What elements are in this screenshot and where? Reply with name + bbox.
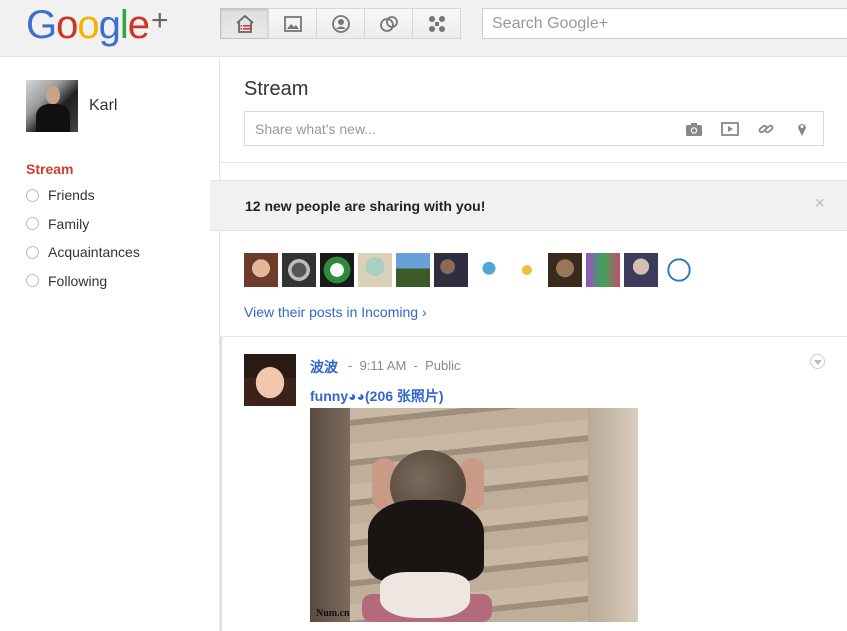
sharer-avatar[interactable] [472, 253, 506, 287]
sharer-avatar[interactable] [282, 253, 316, 287]
sharer-avatar[interactable] [396, 253, 430, 287]
nav-photos-button[interactable] [268, 8, 317, 39]
circle-icon [26, 217, 39, 231]
sidebar-item-friends[interactable]: Friends [26, 181, 140, 210]
sharer-avatar[interactable] [510, 253, 544, 287]
sidebar-item-label: Friends [48, 187, 95, 204]
sharer-avatar[interactable] [434, 253, 468, 287]
share-input[interactable] [245, 112, 675, 145]
nav-home-button[interactable] [220, 8, 269, 39]
left-sidebar: Karl Stream Friends Family Acquaintances… [0, 58, 220, 631]
logo-letter: l [119, 3, 129, 47]
sidebar-item-label: Family [48, 215, 90, 232]
sharing-notice: 12 new people are sharing with you! × [210, 180, 847, 231]
profile-name[interactable]: Karl [89, 97, 117, 115]
sharer-avatar[interactable] [662, 253, 696, 287]
share-attachments [669, 120, 813, 138]
image-watermark: Num.cn [316, 608, 350, 619]
share-box[interactable] [244, 111, 824, 146]
logo-letter: G [26, 3, 57, 47]
profile-icon [331, 14, 350, 33]
games-icon [428, 15, 445, 32]
notice-text: 12 new people are sharing with you! [245, 198, 486, 214]
post-time[interactable]: 9:11 AM [360, 358, 407, 373]
meta-separator: - [348, 358, 353, 373]
sharer-avatar[interactable] [358, 253, 392, 287]
post-menu-icon[interactable] [810, 354, 825, 369]
post-author[interactable]: 波波 [310, 357, 338, 377]
camera-icon[interactable] [683, 120, 705, 138]
home-icon [235, 14, 254, 33]
nav-games-button[interactable] [412, 8, 461, 39]
sharer-avatar[interactable] [586, 253, 620, 287]
image-part [380, 572, 470, 618]
post-meta: - 9:11 AM - Public [348, 358, 461, 373]
view-incoming-link[interactable]: View their posts in Incoming › [244, 304, 427, 320]
circle-icon [26, 245, 39, 259]
divider [220, 336, 847, 337]
video-icon[interactable] [719, 120, 741, 138]
circle-icon [26, 274, 39, 288]
page-title: Stream [244, 78, 309, 100]
post-visibility[interactable]: Public [425, 358, 460, 373]
top-bar: Google+ [0, 0, 847, 57]
circle-icon [26, 188, 39, 202]
post-author-avatar[interactable] [244, 354, 296, 406]
profile-summary[interactable]: Karl [26, 80, 117, 132]
main-nav [220, 8, 461, 39]
meta-separator: - [413, 358, 418, 373]
link-icon[interactable] [755, 120, 777, 138]
sidebar-item-stream[interactable]: Stream [26, 159, 140, 181]
logo-letter: o [56, 3, 78, 47]
image-part [310, 408, 350, 622]
post-image[interactable]: Num.cn [310, 408, 638, 622]
sidebar-item-following[interactable]: Following [26, 267, 140, 296]
sidebar-item-label: Following [48, 272, 108, 289]
logo-letter: g [98, 3, 121, 47]
nav-circles-button[interactable] [364, 8, 413, 39]
sidebar-item-acquaintances[interactable]: Acquaintances [26, 238, 140, 267]
nav-profile-button[interactable] [316, 8, 365, 39]
sidebar-item-family[interactable]: Family [26, 210, 140, 239]
sidebar-item-label: Acquaintances [48, 244, 140, 261]
sharer-avatar[interactable] [548, 253, 582, 287]
logo-plus: + [151, 4, 169, 37]
divider [220, 162, 847, 163]
circles-icon [379, 15, 398, 32]
location-icon[interactable] [791, 120, 813, 138]
new-sharers-list [244, 253, 700, 287]
post-album-link[interactable]: funny◕◕(206 张照片) [310, 386, 444, 406]
google-plus-logo[interactable]: Google+ [26, 3, 169, 47]
post-focus-rule [220, 337, 222, 631]
logo-letter: e [127, 3, 150, 47]
search-input[interactable] [482, 8, 847, 39]
sharer-avatar[interactable] [624, 253, 658, 287]
logo-letter: o [77, 3, 99, 47]
avatar[interactable] [26, 80, 78, 132]
image-part [368, 500, 484, 582]
photos-icon [283, 15, 302, 32]
close-icon[interactable]: × [814, 193, 825, 214]
stream-nav: Stream Friends Family Acquaintances Foll… [26, 159, 140, 295]
image-part [588, 408, 638, 622]
sharer-avatar[interactable] [244, 253, 278, 287]
sharer-avatar[interactable] [320, 253, 354, 287]
